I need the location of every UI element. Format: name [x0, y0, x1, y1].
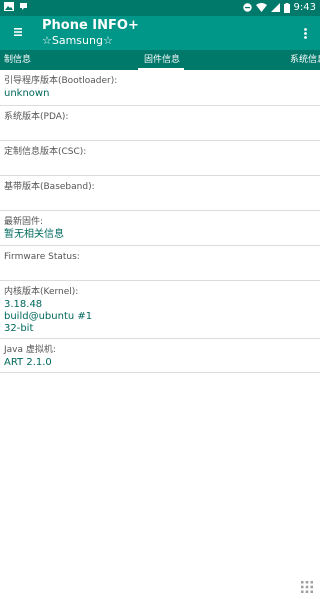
tab-label: 系统信息: [290, 55, 320, 65]
tab-system-info[interactable]: 系统信息: [290, 50, 320, 70]
list-item: 最新固件: 暂无相关信息: [0, 211, 320, 246]
list-item: 基带版本(Baseband):: [0, 176, 320, 211]
clock: 9:43: [293, 2, 316, 13]
tab-label: 制信息: [4, 55, 32, 65]
tab-bar: 制信息 固件信息 系统信息: [0, 50, 320, 70]
status-bar: 9:43: [0, 0, 320, 16]
list-item: 引导程序版本(Bootloader): unknown: [0, 70, 320, 106]
hamburger-menu-icon: [14, 28, 22, 36]
item-value: 暂无相关信息: [4, 229, 64, 240]
item-label: 定制信息版本(CSC):: [4, 147, 87, 157]
wifi-icon: [255, 3, 267, 12]
overflow-menu-button[interactable]: [298, 23, 312, 43]
app-bar: Phone INFO+ ☆Samsung☆: [0, 16, 320, 50]
list-item: 系统版本(PDA):: [0, 106, 320, 141]
grid-button[interactable]: [300, 579, 314, 593]
item-label: 内核版本(Kernel):: [4, 287, 79, 297]
app-title: Phone INFO+: [42, 18, 139, 33]
overflow-menu-icon: [303, 27, 307, 39]
list-item: Firmware Status:: [0, 246, 320, 281]
do-not-disturb-icon: [242, 3, 252, 12]
list-item: 内核版本(Kernel): 3.18.48 build@ubuntu #1 32…: [0, 281, 320, 339]
list-item: Java 虚拟机: ART 2.1.0: [0, 339, 320, 373]
item-label: Java 虚拟机:: [4, 345, 56, 355]
list-item: 定制信息版本(CSC):: [0, 141, 320, 176]
item-value: 3.18.48 build@ubuntu #1 32-bit: [4, 299, 93, 334]
menu-button[interactable]: [8, 22, 28, 42]
item-value: ART 2.1.0: [4, 357, 52, 368]
signal-icon: [270, 3, 280, 12]
battery-icon: [283, 2, 290, 13]
app-subtitle: ☆Samsung☆: [42, 34, 113, 47]
tab-firmware-info[interactable]: 固件信息: [144, 50, 180, 70]
notification-icon: [20, 3, 27, 10]
item-label: Firmware Status:: [4, 252, 80, 262]
firmware-info-list: 引导程序版本(Bootloader): unknown 系统版本(PDA): 定…: [0, 70, 320, 373]
item-label: 引导程序版本(Bootloader):: [4, 76, 118, 86]
status-left-icons: [4, 2, 28, 11]
item-label: 基带版本(Baseband):: [4, 182, 95, 192]
item-label: 最新固件:: [4, 217, 44, 227]
item-label: 系统版本(PDA):: [4, 112, 69, 122]
status-right-icons: 9:43: [242, 2, 316, 13]
item-value: unknown: [4, 88, 50, 99]
photo-notification-icon: [4, 2, 14, 11]
tab-customization-info[interactable]: 制信息: [4, 50, 31, 70]
grid-icon: [301, 581, 313, 593]
tab-label: 固件信息: [144, 55, 181, 65]
